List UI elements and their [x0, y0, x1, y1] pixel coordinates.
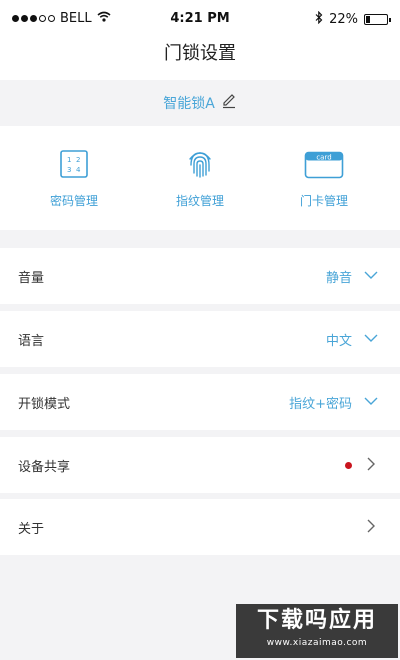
volume-row[interactable]: 音量 静音	[0, 248, 400, 304]
lock-name: 智能锁A	[163, 96, 215, 112]
row-label: 开锁模式	[18, 397, 71, 412]
row-label: 设备共享	[18, 460, 71, 475]
device-sharing-row[interactable]: 设备共享	[0, 437, 400, 493]
fingerprint-icon	[186, 147, 214, 182]
status-bar: BELL 4:21 PM 22%	[0, 0, 400, 38]
status-right: 22%	[315, 10, 391, 28]
password-management-button[interactable]: 1 2 3 4 密码管理	[14, 148, 134, 209]
row-value: 中文	[325, 334, 352, 349]
keypad-icon: 1 2 3 4	[59, 149, 89, 182]
feature-label: 指纹管理	[175, 194, 224, 208]
watermark: 下载吗应用 www.xiazaimao.com	[236, 604, 398, 658]
lock-name-bar[interactable]: 智能锁A	[0, 80, 400, 126]
row-label: 关于	[18, 522, 45, 537]
row-label: 音量	[18, 271, 45, 286]
row-value: 静音	[325, 271, 352, 286]
card-icon: card	[304, 151, 344, 182]
battery-icon	[364, 14, 391, 25]
row-value: 指纹+密码	[289, 397, 352, 412]
unlock-mode-row[interactable]: 开锁模式 指纹+密码	[0, 374, 400, 430]
nav-bar: 门锁设置	[0, 38, 400, 80]
notification-badge	[345, 462, 352, 469]
svg-text:4: 4	[76, 166, 81, 174]
chevron-down-icon[interactable]	[364, 395, 378, 410]
svg-text:2: 2	[76, 156, 80, 164]
page-title: 门锁设置	[164, 43, 236, 64]
card-management-button[interactable]: card 门卡管理	[264, 148, 384, 209]
svg-text:3: 3	[67, 166, 71, 174]
chevron-right-icon[interactable]	[367, 457, 376, 475]
chevron-down-icon[interactable]	[364, 332, 378, 347]
chevron-down-icon[interactable]	[364, 269, 378, 284]
bluetooth-icon	[315, 10, 323, 28]
watermark-url: www.xiazaimao.com	[266, 638, 368, 648]
about-row[interactable]: 关于	[0, 499, 400, 555]
feature-grid: 1 2 3 4 密码管理 指纹管理 card 门卡管理	[0, 126, 400, 230]
chevron-right-icon[interactable]	[367, 519, 376, 537]
svg-text:1: 1	[67, 156, 71, 164]
fingerprint-management-button[interactable]: 指纹管理	[140, 148, 260, 209]
feature-label: 密码管理	[49, 194, 98, 208]
row-label: 语言	[18, 334, 45, 349]
feature-label: 门卡管理	[299, 194, 348, 208]
watermark-title: 下载吗应用	[256, 608, 377, 633]
battery-percent: 22%	[329, 12, 358, 27]
battery-level	[366, 16, 370, 23]
svg-text:card: card	[316, 154, 331, 162]
language-row[interactable]: 语言 中文	[0, 311, 400, 367]
pencil-icon[interactable]	[221, 93, 237, 113]
